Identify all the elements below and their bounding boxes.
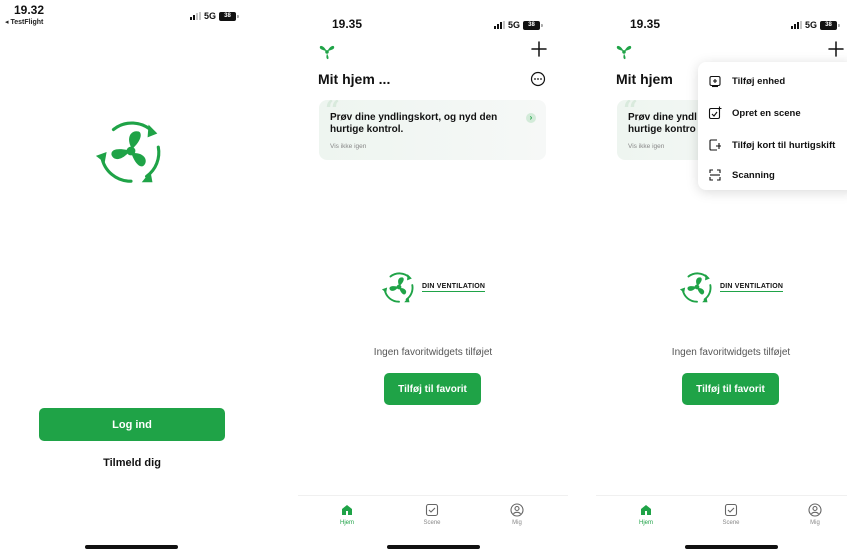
menu-item-label: Scanning [732,169,775,181]
add-button-plus-icon[interactable] [827,40,845,58]
menu-item-add-quick-card[interactable]: Tilføj kort til hurtigskift [708,138,835,152]
tip-text: Prøv dine yndlingskort, og nyd den hurti… [330,112,497,136]
tip-text-line: Prøv dine yndl [628,112,697,123]
create-scene-icon [708,106,722,120]
menu-item-label: Tilføj enhed [732,75,786,87]
status-time: 19.35 [630,17,661,31]
home-screen: 19.35 5G 38 Mit hjem ... “ Prøv dine ynd… [298,0,568,549]
menu-item-label: Opret en scene [732,107,801,119]
signal-icon [190,12,201,20]
add-to-favorites-button[interactable]: Tilføj til favorit [384,373,481,405]
battery-icon: 38 [820,20,841,30]
menu-item-create-scene[interactable]: Opret en scene [708,106,801,120]
brand-name: DIN VENTILATION [422,282,486,292]
tab-bar: Hjem Scene Mig [298,495,568,549]
add-device-icon [709,75,721,88]
status-bar: 19.35 5G 38 [596,0,847,36]
home-title[interactable]: Mit hjem ... [318,71,390,87]
system-indicators: 5G 38 [190,11,240,21]
tip-text: Prøv dine yndl hurtige kontro [628,112,697,136]
status-time: 19.35 [332,17,363,31]
favorites-tip-card[interactable]: “ Prøv dine yndlingskort, og nyd den hur… [319,100,546,160]
brand-logo: DIN VENTILATION [678,268,784,306]
network-label: 5G [204,11,217,21]
tip-text-line: hurtige kontrol. [330,124,404,135]
tab-bar: Hjem Scene Mig [596,495,847,549]
tab-scene[interactable]: Scene [412,503,452,526]
system-indicators: 5G 38 [494,20,544,30]
tab-profile[interactable]: Mig [795,503,835,526]
home-indicator [85,545,178,549]
tip-text-line: hurtige kontro [628,124,696,135]
empty-favorites-message: Ingen favoritwidgets tilføjet [671,347,791,358]
tab-home[interactable]: Hjem [327,503,367,526]
status-time: 19.32 [14,3,45,17]
add-to-favorites-button[interactable]: Tilføj til favorit [682,373,779,405]
battery-icon: 38 [523,20,544,30]
scene-check-icon [724,503,738,517]
ventilation-logo-icon [95,121,161,183]
tip-text-line: Prøv dine yndlingskort, og nyd den [330,112,498,123]
add-card-icon [709,139,721,151]
signal-icon [494,21,505,29]
ventilation-logo-icon [381,272,414,303]
brand-logo: DIN VENTILATION [380,268,486,306]
menu-item-add-device[interactable]: Tilføj enhed [708,74,785,88]
app-logo-icon [319,45,335,60]
tab-home[interactable]: Hjem [626,503,666,526]
system-indicators: 5G 38 [791,20,841,30]
tab-label: Hjem [339,520,354,526]
empty-favorites-message: Ingen favoritwidgets tilføjet [373,347,493,358]
home-indicator [685,545,778,549]
profile-icon [808,503,822,517]
profile-icon [510,503,524,517]
network-label: 5G [508,20,521,30]
add-button-plus-icon[interactable] [530,40,548,58]
back-to-app-link[interactable]: ◂ TestFlight [5,18,43,26]
tab-label: Scene [423,520,441,526]
status-bar: 19.32 ◂ TestFlight 5G 38 [0,0,262,36]
login-screen: 19.32 ◂ TestFlight 5G 38 Log ind Tilmeld… [0,0,262,549]
menu-item-label: Tilføj kort til hurtigskift [732,139,836,151]
home-indicator [387,545,480,549]
signup-link[interactable]: Tilmeld dig [39,457,225,469]
login-button[interactable]: Log ind [39,408,225,441]
home-icon [342,505,352,515]
chevron-right-icon[interactable]: › [526,113,536,123]
more-options-icon[interactable] [530,71,546,87]
tab-label: Mig [810,520,820,526]
network-label: 5G [805,20,818,30]
tab-scene[interactable]: Scene [711,503,751,526]
tab-label: Hjem [638,520,653,526]
scan-icon [709,169,721,181]
tab-label: Mig [512,520,522,526]
scene-check-icon [425,503,439,517]
tab-label: Scene [722,520,740,526]
brand-name: DIN VENTILATION [720,282,784,292]
add-menu-dropdown: Tilføj enhed Opret en scene Tilføj kort … [698,62,847,190]
app-logo-icon [616,45,632,60]
home-icon [641,505,651,515]
home-screen-with-menu: 19.35 5G 38 Mit hjem “ Prøv dine yndl hu… [596,0,847,549]
tip-dismiss-link[interactable]: Vis ikke igen [628,143,664,150]
ventilation-logo-icon [679,272,712,303]
tip-dismiss-link[interactable]: Vis ikke igen [330,143,366,150]
home-title[interactable]: Mit hjem [616,71,673,87]
signal-icon [791,21,802,29]
status-bar: 19.35 5G 38 [298,0,568,36]
battery-icon: 38 [219,11,240,21]
menu-item-scanning[interactable]: Scanning [708,168,775,182]
tab-profile[interactable]: Mig [497,503,537,526]
